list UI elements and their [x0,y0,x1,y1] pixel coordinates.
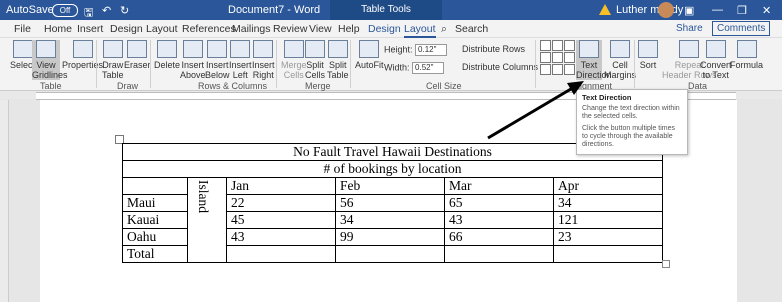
annotation-arrow [487,81,584,140]
